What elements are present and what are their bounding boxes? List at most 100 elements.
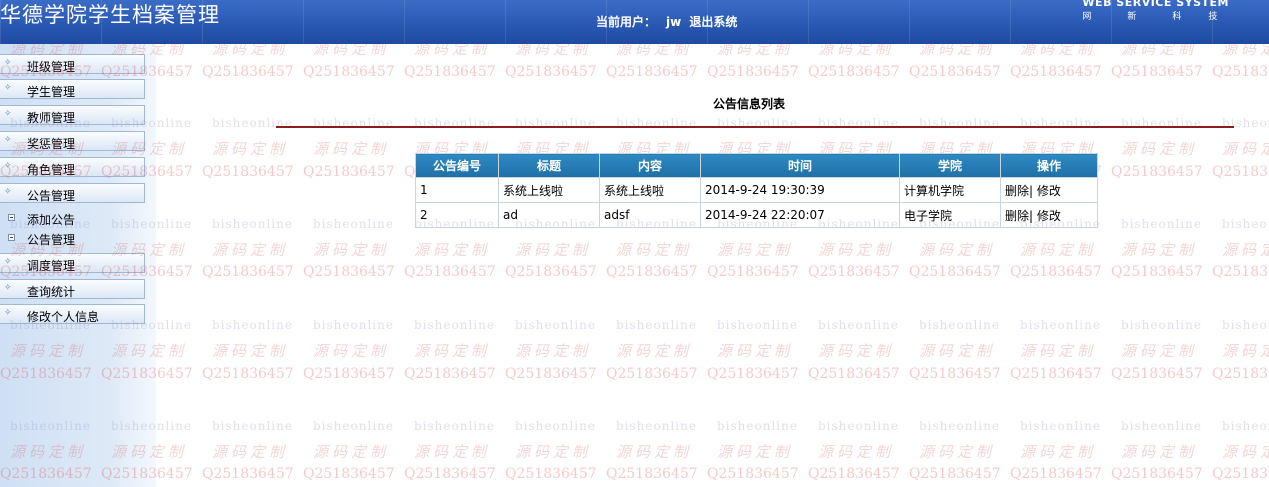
sidebar-item-label: 学生管理 bbox=[27, 85, 76, 99]
watermark-text: Q251836457 bbox=[1111, 366, 1203, 382]
sidebar-item-label: 角色管理 bbox=[27, 163, 76, 177]
watermark-text: 源码定制 bbox=[313, 443, 390, 461]
watermark-text: 源码定制 bbox=[1020, 443, 1097, 461]
watermark-text: bisheonline bbox=[515, 419, 596, 433]
watermark-text: 源码定制 bbox=[414, 443, 491, 461]
sidebar-item-label: 公告管理 bbox=[27, 233, 76, 247]
bullet-icon: ✧ bbox=[4, 187, 12, 197]
sidebar-item-statistics[interactable]: ✧ 查询统计 bbox=[0, 279, 145, 299]
watermark-text: Q251836457 bbox=[909, 366, 1001, 382]
watermark-text: bisheonline bbox=[414, 318, 495, 332]
watermark-text: Q251836457 bbox=[1010, 466, 1102, 482]
bullet-icon: ✧ bbox=[4, 283, 12, 293]
notice-table: 公告编号 标题 内容 时间 学院 操作 1 系统上线啦 系统上线啦 2014-9… bbox=[415, 153, 1098, 228]
watermark-text: Q251836457 bbox=[404, 64, 496, 80]
watermark-text: Q251836457 bbox=[707, 264, 799, 280]
sidebar-item-profile[interactable]: ✧ 修改个人信息 bbox=[0, 304, 145, 324]
watermark-text: 源码定制 bbox=[717, 342, 794, 360]
watermark-text: Q251836457 bbox=[303, 164, 395, 180]
sidebar-item-label: 教师管理 bbox=[27, 111, 76, 125]
sidebar-menu: ✧ 班级管理 ✧ 学生管理 ✧ 教师管理 ✧ 奖惩管理 ✧ 角色管理 ✧ 公告管理 添加公告 公告管理 ✧ 调… bbox=[0, 44, 156, 487]
table-row: 1 系统上线啦 系统上线啦 2014-9-24 19:30:39 计算机学院 删… bbox=[415, 177, 1098, 203]
bullet-icon: ✧ bbox=[4, 58, 12, 68]
watermark-text: bisheonline bbox=[414, 419, 495, 433]
sidebar-item-teacher[interactable]: ✧ 教师管理 bbox=[0, 105, 145, 125]
cell-actions: 删除| 修改 bbox=[1000, 202, 1098, 228]
edit-link[interactable]: 修改 bbox=[1037, 209, 1061, 223]
watermark-text: Q251836457 bbox=[1010, 366, 1102, 382]
watermark-text: Q251836457 bbox=[808, 264, 900, 280]
watermark-text: Q251836457 bbox=[202, 164, 294, 180]
watermark-text: Q251836457 bbox=[909, 466, 1001, 482]
sidebar-item-role[interactable]: ✧ 角色管理 bbox=[0, 157, 145, 177]
delete-link[interactable]: 删除| bbox=[1005, 209, 1033, 223]
watermark-text: Q251836457 bbox=[1111, 466, 1203, 482]
watermark-text: 源码定制 bbox=[616, 241, 693, 259]
edit-link[interactable]: 修改 bbox=[1037, 184, 1061, 198]
top-header: 华德学院学生档案管理 当前用户： jw 退出系统 WEB SERVICE SYST… bbox=[0, 0, 1269, 44]
delete-link[interactable]: 删除| bbox=[1005, 184, 1033, 198]
watermark-text: 源码定制 bbox=[1121, 44, 1198, 58]
watermark-text: 源码定制 bbox=[818, 342, 895, 360]
brand-sub-4: 技 bbox=[1208, 12, 1218, 22]
watermark-text: 源码定制 bbox=[212, 140, 289, 158]
watermark-text: 源码定制 bbox=[818, 44, 895, 58]
watermark-text: bisheonline bbox=[717, 318, 798, 332]
sidebar-item-schedule[interactable]: ✧ 调度管理 bbox=[0, 253, 145, 273]
watermark-text: Q251836457 bbox=[707, 366, 799, 382]
site-title: 华德学院学生档案管理 bbox=[0, 3, 220, 27]
watermark-text: 源码定制 bbox=[919, 342, 996, 360]
watermark-text: bisheonline bbox=[919, 419, 1000, 433]
col-header-time: 时间 bbox=[700, 153, 900, 178]
watermark-text: 源码定制 bbox=[1121, 140, 1198, 158]
watermark-text: 源码定制 bbox=[1222, 44, 1269, 58]
page-title: 公告信息列表 bbox=[713, 97, 786, 111]
sidebar-item-notice-manage[interactable]: 公告管理 bbox=[0, 230, 145, 248]
watermark-text: 源码定制 bbox=[818, 443, 895, 461]
watermark-text: 源码定制 bbox=[414, 241, 491, 259]
bullet-icon: ✧ bbox=[4, 109, 12, 119]
cell-college: 计算机学院 bbox=[899, 177, 1001, 203]
bullet-icon: ✧ bbox=[4, 308, 12, 318]
sidebar-item-class[interactable]: ✧ 班级管理 bbox=[0, 54, 145, 74]
watermark-text: bisheonline bbox=[1121, 419, 1202, 433]
sidebar-item-notice[interactable]: ✧ 公告管理 bbox=[0, 183, 145, 203]
bullet-icon: ✧ bbox=[4, 161, 12, 171]
brand-sub-2: 新 bbox=[1127, 12, 1137, 22]
cell-id: 1 bbox=[415, 177, 499, 203]
cell-title: 系统上线啦 bbox=[498, 177, 600, 203]
watermark-text: 源码定制 bbox=[414, 44, 491, 58]
watermark-text: bisheonline bbox=[717, 419, 798, 433]
watermark-text: bisheonline bbox=[515, 318, 596, 332]
collapse-box-icon bbox=[8, 234, 15, 241]
watermark-text: Q251836457 bbox=[606, 64, 698, 80]
watermark-text: Q251836457 bbox=[1111, 264, 1203, 280]
watermark-text: 源码定制 bbox=[717, 443, 794, 461]
brand-sub-3: 科 bbox=[1172, 12, 1182, 22]
watermark-text: bisheonline bbox=[1222, 419, 1269, 433]
watermark-text: 源码定制 bbox=[313, 241, 390, 259]
watermark-text: Q251836457 bbox=[1111, 164, 1203, 180]
watermark-text: Q251836457 bbox=[606, 466, 698, 482]
watermark-text: bisheonline bbox=[212, 419, 293, 433]
watermark-text: bisheonline bbox=[616, 419, 697, 433]
watermark-text: 源码定制 bbox=[212, 443, 289, 461]
watermark-text: 源码定制 bbox=[1020, 44, 1097, 58]
watermark-text: Q251836457 bbox=[1111, 64, 1203, 80]
sidebar-item-reward[interactable]: ✧ 奖惩管理 bbox=[0, 131, 145, 151]
sidebar-item-add-notice[interactable]: 添加公告 bbox=[0, 210, 145, 228]
sidebar-item-student[interactable]: ✧ 学生管理 bbox=[0, 79, 145, 99]
watermark-text: Q251836457 bbox=[303, 466, 395, 482]
watermark-text: Q251836457 bbox=[404, 466, 496, 482]
logout-link[interactable]: 退出系统 bbox=[689, 15, 737, 29]
watermark-text: bisheonline bbox=[313, 419, 394, 433]
watermark-text: Q251836457 bbox=[505, 466, 597, 482]
watermark-text: bisheonline bbox=[212, 217, 293, 231]
current-username: jw bbox=[666, 15, 682, 29]
cell-content: 系统上线啦 bbox=[599, 177, 701, 203]
watermark-text: bisheonline bbox=[1020, 318, 1101, 332]
watermark-text: Q251836457 bbox=[1212, 264, 1269, 280]
bullet-icon: ✧ bbox=[4, 135, 12, 145]
collapse-box-icon bbox=[8, 214, 15, 221]
watermark-text: 源码定制 bbox=[1121, 443, 1198, 461]
